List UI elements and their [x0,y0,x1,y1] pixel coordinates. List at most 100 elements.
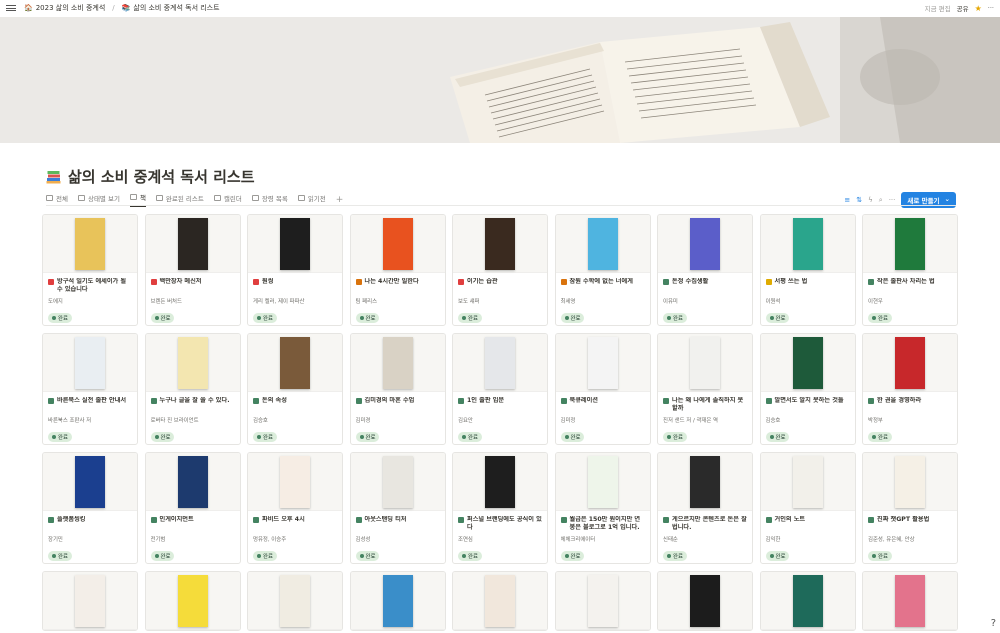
book-card[interactable] [247,571,343,631]
book-card[interactable]: 백만장자 메신저 브렌든 버처드 완료 [144,214,241,326]
book-card[interactable] [657,571,753,631]
book-card[interactable] [42,571,138,631]
filter-icon[interactable]: ≡ [844,196,850,204]
status-dot-icon [769,554,774,558]
book-card[interactable]: 진짜 챗GPT 활용법 김준성, 유은혜, 안상 완료 [862,452,958,564]
book-author: 체체크리에이터 [560,537,596,543]
book-card[interactable]: 방구석 일기도 에세이가 될 수 있습니다 도에지 완료 [42,214,138,326]
book-card[interactable]: 아웃스탠딩 티처 김성성 완료 [349,452,446,564]
book-card[interactable]: 서평 쓰는 법 이원석 완료 [759,214,856,326]
gallery-view-icon [129,194,137,200]
book-card[interactable] [452,571,548,631]
book-card[interactable]: 나는 왜 나에게 솔직하지 못할까 진저 샌드 저 / 곽재은 역 완료 [657,333,753,445]
book-card[interactable] [759,571,856,631]
divider [46,205,956,206]
book-title: 플랫폼씽킹 [57,516,86,523]
status-dot-icon [872,554,876,558]
status-badge: 완료 [663,313,687,323]
share-button[interactable]: 공유 [957,3,969,13]
more-options-icon[interactable]: ··· [988,4,994,12]
sort-icon[interactable]: ⇅ [856,196,862,204]
book-card[interactable]: 거인의 노트 김익한 완료 [759,452,856,564]
gallery-grid: 방구석 일기도 에세이가 될 수 있습니다 도에지 완료 백만장자 메신저 브렌든 버처… [42,214,958,631]
book-card[interactable]: 1인 출판 입문 김요안 완료 [452,333,548,445]
status-badge: 완료 [765,313,790,323]
book-card[interactable]: 파비드 오후 4시 멍유정, 이승주 완료 [247,452,343,564]
book-title-row: 거인의 노트 [765,516,850,533]
book-card[interactable]: 나는 4시간만 일한다 팀 페리스 완료 [349,214,446,326]
book-title: 파비드 오후 4시 [262,516,305,523]
book-author: 박정부 [868,418,883,424]
more-icon[interactable]: ··· [889,196,896,204]
book-icon [868,279,874,285]
breadcrumb-item-current[interactable]: 삶의 소비 중계석 독서 리스트 [133,3,219,13]
book-card[interactable]: 월급은 150만 원이지만 연봉은 블로그로 1억 입니다. 체체크리에이터 완료 [554,452,651,564]
book-author: 장기민 [48,537,63,543]
book-card[interactable]: 잠원 수학에 없는 너에게 최세영 완료 [554,214,651,326]
book-author: 김승호 [765,418,781,424]
book-card[interactable]: 플랫폼씽킹 장기민 완료 [42,452,138,564]
book-author: 최세영 [560,299,576,305]
status-badge: 완료 [560,313,585,323]
breadcrumb-item-parent[interactable]: 2023 삶의 소비 중계석 [36,3,106,13]
table-view-icon [46,194,53,201]
status-label: 완료 [468,435,478,441]
status-dot-icon [667,435,671,439]
book-card[interactable]: 누구나 글을 잘 쓸 수 있다. 로버타 진 브라이언트 완료 [144,333,241,445]
book-title: 방구석 일기도 에세이가 될 수 있습니다 [57,278,127,293]
sidebar-menu-icon[interactable] [6,5,16,11]
book-cover-area [453,572,547,630]
page-title[interactable]: 삶의 소비 중계석 독서 리스트 [68,166,255,187]
book-title: 작은 출판사 차리는 법 [877,278,935,285]
book-card[interactable] [862,571,958,631]
book-card[interactable]: 작은 출판사 차리는 법 이현우 완료 [862,214,958,326]
book-cover-area [555,334,650,392]
book-card[interactable] [144,571,241,631]
book-icon [765,517,772,523]
book-title-row: 퍼스널 브랜딩에도 공식이 있다 [458,516,542,533]
status-badge: 완료 [868,313,892,323]
book-cover-image [280,574,310,627]
book-card-body: 돈의 속성 김승호 완료 [248,392,342,443]
status-badge: 완료 [253,432,277,442]
status-badge: 완료 [150,313,175,323]
books-icon[interactable] [46,170,62,184]
book-cover-image [587,217,618,270]
book-card[interactable]: 퍼스널 브랜딩에도 공식이 있다 조연심 완료 [452,452,548,564]
book-card[interactable]: 돈의 속성 김승호 완료 [247,333,343,445]
book-cover-image [382,336,413,389]
book-card[interactable] [554,571,651,631]
book-title: 1인 출판 입문 [467,397,505,404]
add-view-icon[interactable]: + [336,195,344,205]
status-badge: 완료 [48,313,72,323]
status-badge: 완료 [355,432,380,442]
book-cover-area [43,215,137,273]
favorite-star-icon[interactable]: ★ [975,4,982,13]
book-card[interactable]: 알면서도 알지 못하는 것들 김승호 완료 [759,333,856,445]
book-card[interactable]: 북큐레이션 김미정 완료 [554,333,651,445]
book-author: 이유미 [663,299,678,305]
breadcrumb: 🏠 2023 삶의 소비 중계석 / 📚 삶의 소비 중계석 독서 리스트 [24,3,220,13]
book-title: 나는 4시간만 일한다 [364,278,419,285]
book-card[interactable]: 김미경의 마흔 수업 김미경 완료 [349,333,446,445]
book-title-row: 월급은 150만 원이지만 연봉은 블로그로 1억 입니다. [560,516,645,533]
breadcrumb-separator: / [112,4,115,12]
book-card[interactable] [349,571,446,631]
book-icon [355,279,362,285]
help-icon[interactable]: ? [991,618,996,629]
book-card[interactable]: 돈정 수집생활 이유미 완료 [657,214,753,326]
book-card[interactable]: 한 권을 경영하라 박정부 완료 [862,333,958,445]
book-card[interactable]: 게으르지만 콘텐츠로 돈은 잘 법니다. 신태순 완료 [657,452,753,564]
automation-icon[interactable]: ϟ [868,196,873,204]
book-cover-image [177,217,208,270]
book-icon [458,279,464,285]
search-icon[interactable]: ⌕ [879,196,883,205]
book-title: 게으르지만 콘텐츠로 돈은 잘 법니다. [672,516,747,531]
book-card[interactable]: 바른북스 실전 출판 안내서 바른북스 조판사 저 완료 [42,333,138,445]
book-card-body: 플랫폼씽킹 장기민 완료 [43,511,137,562]
book-card[interactable]: 원씽 게리 켈러, 제이 파파산 완료 [247,214,343,326]
book-card[interactable]: 인게이지먼트 전기범 완료 [144,452,241,564]
book-card[interactable]: 이기는 습관 보도 섀퍼 완료 [452,214,548,326]
book-title-row: 바른북스 실전 출판 안내서 [48,397,132,414]
chevron-down-icon[interactable]: ⌄ [945,195,950,205]
